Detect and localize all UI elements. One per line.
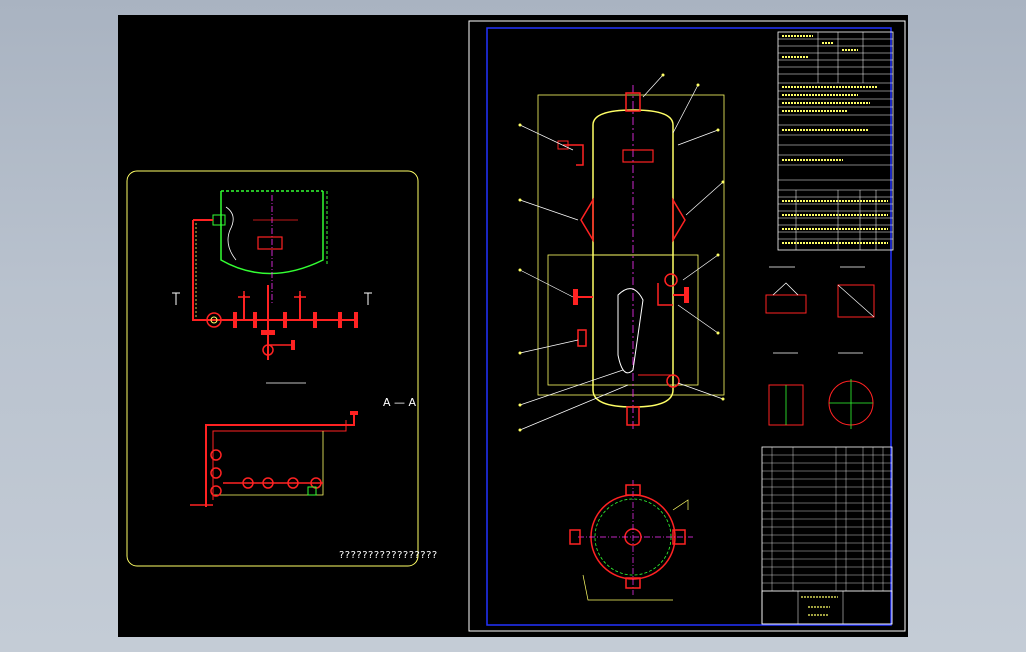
piping-plan-view	[190, 411, 358, 507]
tank-elevation-view	[212, 190, 328, 305]
detail-views	[765, 266, 875, 429]
parts-list-table	[761, 446, 893, 625]
data-table-top	[777, 31, 894, 251]
vessel-elevation	[518, 73, 725, 432]
section-label: A — A	[383, 396, 417, 409]
drawing-caption: ?????????????????	[339, 550, 438, 561]
left-sheet-frame	[126, 170, 419, 567]
right-sheet-frame	[468, 20, 906, 632]
right-sheet-border	[486, 27, 892, 626]
vessel-plan-view	[569, 480, 693, 601]
drawing-svg	[126, 20, 906, 632]
cad-drawing-canvas[interactable]: A — A ?????????????????	[118, 15, 908, 637]
